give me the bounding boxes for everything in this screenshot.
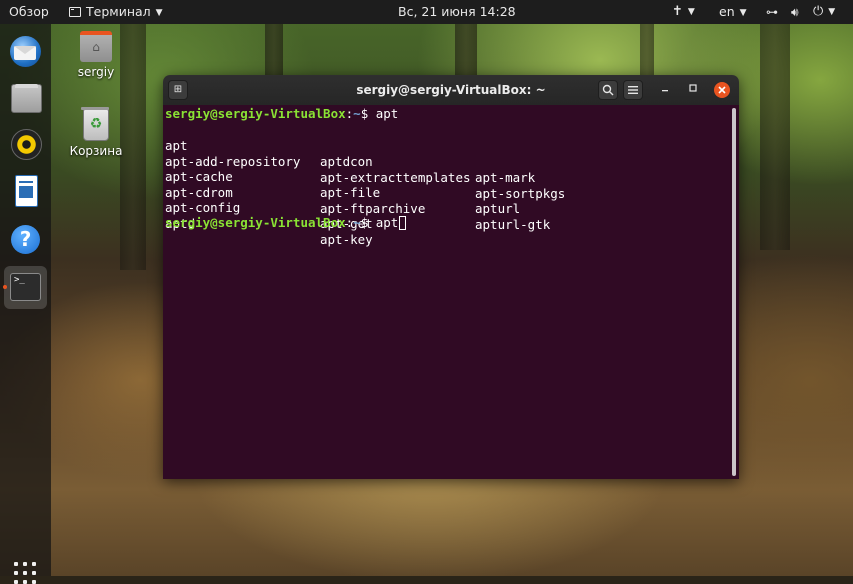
desktop-icon-label: sergiy [77,65,115,79]
current-input[interactable]: apt [376,215,399,230]
app-menu-label: Терминал [86,4,151,19]
tree-trunk [640,20,654,80]
search-button[interactable] [598,80,618,100]
network-icon[interactable]: ⊶ [766,0,778,24]
completion-row: apt-cdrom apt-ftparchive apturl-gtk [165,169,725,232]
completion-row: apt aptdcon apt-mark [165,122,725,185]
completion-row: apt-config apt-get [165,184,725,231]
hamburger-menu-button[interactable] [623,80,643,100]
maximize-button[interactable] [685,82,701,98]
desktop-icon-trash[interactable]: ♻ Корзина [56,107,136,158]
completion-row: apt-add-repository apt-extracttemplates … [165,138,725,201]
prompt-command: apt [375,106,399,121]
minimize-button[interactable] [657,82,673,98]
close-button[interactable] [714,82,730,98]
prompt-line: sergiy@sergiy-VirtualBox:~$ apt [165,106,398,122]
prompt-user: sergiy@sergiy-VirtualBox [165,106,346,121]
prompt-symbol: $ [360,106,376,121]
language-label: en [719,4,735,19]
language-indicator[interactable]: en ▼ [719,0,747,24]
completion-row: apt-cache apt-file apturl [165,153,725,216]
chevron-down-icon: ▼ [155,8,163,18]
prompt-user: sergiy@sergiy-VirtualBox [165,215,346,230]
apps-grid-icon[interactable] [14,562,36,584]
tree-trunk [265,20,283,80]
tree-trunk [455,20,477,80]
terminal-headerbar[interactable]: ⊞ sergiy@sergiy-VirtualBox: ~ [163,75,739,105]
terminal-small-icon [69,7,81,17]
activities-button[interactable]: Обзор [9,0,49,24]
desktop-icon-label: Корзина [69,144,123,158]
accessibility-icon[interactable]: ✝ ▼ [672,0,695,24]
app-menu-button[interactable]: Терминал ▼ [69,0,163,24]
maximize-icon [689,84,697,92]
search-icon [602,84,614,96]
text-cursor [399,216,407,230]
minimize-icon [662,90,668,92]
dock-writer[interactable] [4,169,47,212]
top-bar: Обзор Терминал ▼ Вс, 21 июня 14:28 ✝ ▼ en ▼… [0,0,853,24]
tree-trunk [760,20,790,250]
libreoffice-writer-icon [15,175,38,207]
dock-terminal[interactable]: >_ [3,266,47,309]
completion-item: apturl-gtk [475,216,551,232]
dock-thunderbird[interactable] [4,30,47,73]
prompt-path: ~ [353,106,361,121]
menu-icon [628,86,638,94]
files-icon [11,84,42,113]
completion-row: aptd apt-key [165,200,725,247]
close-icon [718,86,726,94]
window-title: sergiy@sergiy-VirtualBox: ~ [356,83,546,97]
dock-files[interactable] [4,76,47,119]
chevron-down-icon: ▼ [828,7,836,17]
power-icon[interactable]: ⏻ ▼ [813,0,835,24]
running-indicator [3,285,7,289]
prompt-line-current: sergiy@sergiy-VirtualBox:~$ apt [165,215,407,231]
completion-item: apt-key [320,231,373,247]
terminal-icon: >_ [10,273,41,301]
dock-rhythmbox[interactable] [4,122,47,165]
chevron-down-icon: ▼ [739,8,747,18]
scrollbar[interactable] [732,108,736,476]
clock[interactable]: Вс, 21 июня 14:28 [398,0,516,24]
terminal-content[interactable]: sergiy@sergiy-VirtualBox:~$ apt apt aptd… [163,105,739,479]
volume-icon[interactable]: 🔊︎ [791,0,799,24]
prompt-path: ~ [353,215,361,230]
desktop-icon-home[interactable]: ⌂ sergiy [56,31,136,79]
dock: ? >_ [0,24,51,584]
help-icon: ? [11,225,40,254]
chevron-down-icon: ▼ [687,7,695,17]
trash-icon: ♻ [81,107,109,141]
dock-help[interactable]: ? [4,218,47,261]
home-folder-icon: ⌂ [80,31,112,62]
rhythmbox-icon [11,129,42,160]
prompt-symbol: $ [360,215,376,230]
envelope-shape [14,46,36,60]
terminal-window[interactable]: ⊞ sergiy@sergiy-VirtualBox: ~ sergiy@ser… [163,75,739,479]
